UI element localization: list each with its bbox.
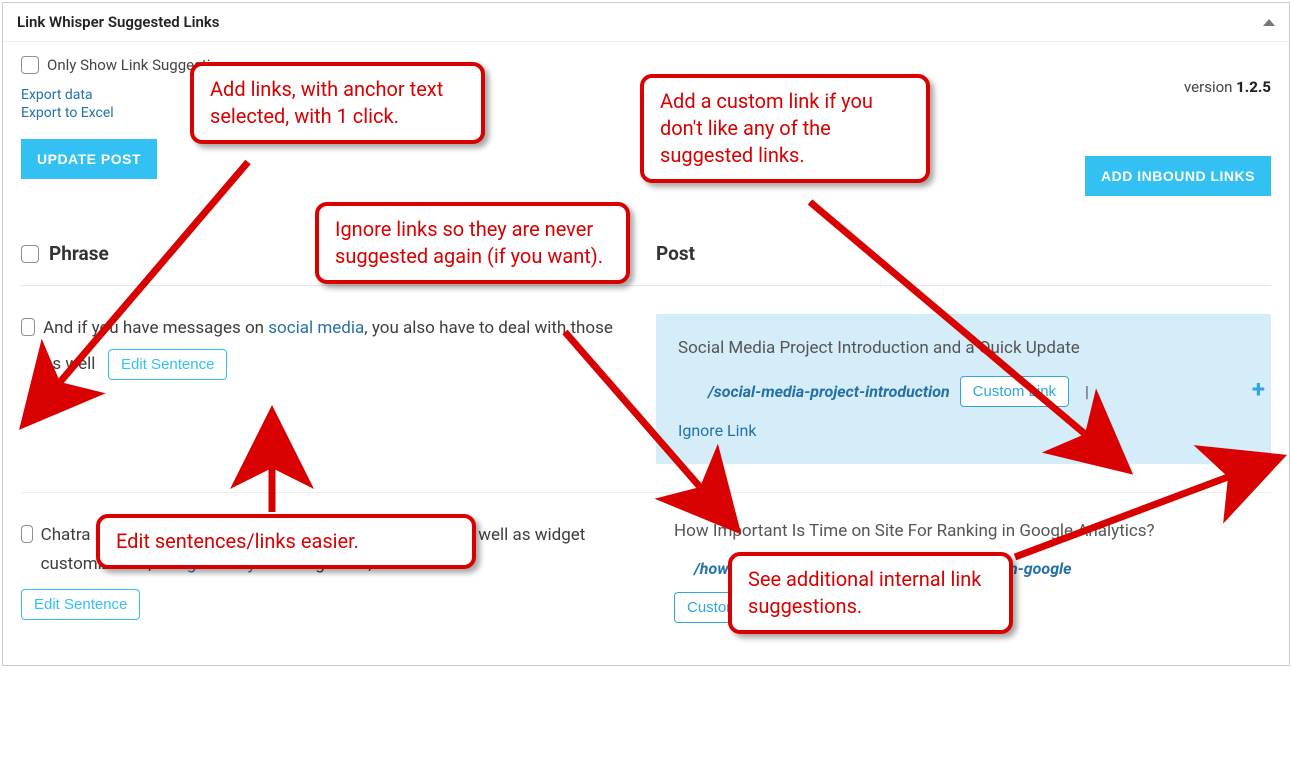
post-column-label: Post bbox=[656, 242, 695, 265]
anchor-text: social media bbox=[268, 318, 364, 338]
row-checkbox[interactable] bbox=[21, 525, 33, 543]
row-checkbox[interactable] bbox=[21, 318, 35, 336]
suggested-post-slug: /social-media-project-introduction bbox=[708, 382, 950, 401]
update-post-button[interactable]: UPDATE POST bbox=[21, 139, 157, 179]
callout-custom-link: Add a custom link if you don't like any … bbox=[640, 74, 930, 183]
only-show-checkbox[interactable] bbox=[21, 56, 39, 74]
custom-link-button[interactable]: Custom Link bbox=[960, 376, 1069, 407]
callout-ignore-links: Ignore links so they are never suggested… bbox=[315, 202, 630, 284]
suggested-post-title: Social Media Project Introduction and a … bbox=[678, 338, 1249, 358]
phrase-text: And if you have messages on social media… bbox=[43, 314, 616, 380]
panel-title: Link Whisper Suggested Links bbox=[17, 13, 220, 31]
phrase-column-label: Phrase bbox=[49, 242, 109, 265]
expand-suggestions-icon[interactable]: + bbox=[1252, 375, 1265, 403]
ignore-link[interactable]: Ignore Link bbox=[678, 421, 756, 440]
version-label: version 1.2.5 bbox=[1085, 78, 1271, 96]
add-inbound-links-button[interactable]: ADD INBOUND LINKS bbox=[1085, 156, 1271, 196]
callout-add-links: Add links, with anchor text selected, wi… bbox=[190, 62, 485, 144]
callout-edit-sentences: Edit sentences/links easier. bbox=[96, 514, 476, 569]
post-suggestion-card: Social Media Project Introduction and a … bbox=[656, 314, 1271, 464]
export-data-link[interactable]: Export data bbox=[21, 87, 93, 103]
suggestion-row: And if you have messages on social media… bbox=[21, 286, 1271, 493]
suggested-post-title: How Important Is Time on Site For Rankin… bbox=[674, 521, 1271, 541]
columns-header: Phrase Post bbox=[21, 242, 1271, 286]
panel-header: Link Whisper Suggested Links bbox=[3, 3, 1289, 42]
callout-see-more: See additional internal link suggestions… bbox=[728, 552, 1013, 634]
collapse-toggle-icon[interactable] bbox=[1263, 19, 1275, 26]
select-all-checkbox[interactable] bbox=[21, 245, 39, 263]
edit-sentence-button[interactable]: Edit Sentence bbox=[108, 349, 227, 380]
edit-sentence-button[interactable]: Edit Sentence bbox=[21, 589, 140, 620]
